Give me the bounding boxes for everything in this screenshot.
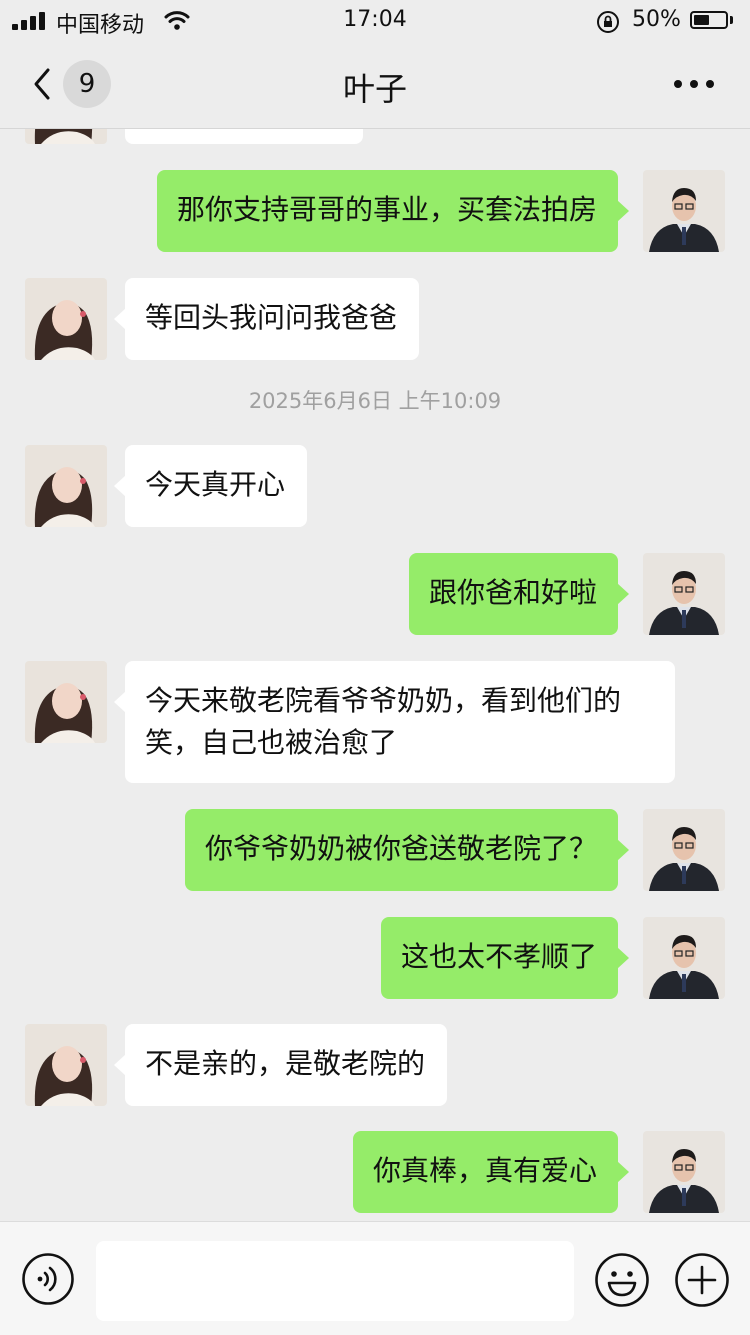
timestamp: 2025年6月6日 上午10:09 [248, 389, 502, 413]
my-avatar[interactable] [643, 170, 725, 252]
voice-icon[interactable] [21, 1252, 75, 1306]
contact-avatar[interactable] [25, 278, 107, 360]
message-list[interactable]: 那你支持哥哥的事业，买套法拍房 等回头我问问我爸爸 2025年6月6日 上午10… [0, 129, 750, 1221]
input-bar [0, 1221, 750, 1335]
contact-avatar[interactable] [25, 1024, 107, 1106]
my-avatar[interactable] [643, 809, 725, 891]
more-dots-icon[interactable] [672, 80, 716, 90]
message-bubble[interactable]: 今天真开心 [114, 445, 307, 527]
contact-avatar[interactable] [25, 129, 107, 144]
battery-nub [730, 16, 733, 24]
message-bubble[interactable] [125, 129, 363, 144]
plus-icon[interactable] [674, 1252, 730, 1308]
contact-avatar[interactable] [25, 661, 107, 743]
message-bubble[interactable]: 今天来敬老院看爷爷奶奶，看到他们的笑，自己也被治愈了 [114, 661, 675, 783]
my-avatar[interactable] [643, 1131, 725, 1213]
message-bubble[interactable]: 跟你爸和好啦 [409, 553, 629, 635]
chat-header: 9 叶子 [0, 44, 750, 129]
status-bar: 中国移动 17:04 50% [0, 0, 750, 44]
my-avatar[interactable] [643, 917, 725, 999]
message-bubble[interactable]: 这也太不孝顺了 [381, 917, 629, 999]
message-bubble[interactable]: 你真棒，真有爱心 [353, 1131, 629, 1213]
battery-icon [690, 11, 728, 29]
chat-title: 叶子 [342, 70, 407, 108]
message-input[interactable] [96, 1241, 574, 1321]
message-bubble[interactable]: 等回头我问问我爸爸 [114, 278, 419, 360]
battery-percent: 50% [632, 7, 681, 32]
my-avatar[interactable] [643, 553, 725, 635]
message-bubble[interactable]: 那你支持哥哥的事业，买套法拍房 [157, 170, 629, 252]
contact-avatar[interactable] [25, 445, 107, 527]
message-bubble[interactable]: 不是亲的，是敬老院的 [114, 1024, 447, 1106]
message-bubble[interactable]: 你爷爷奶奶被你爸送敬老院了？ [185, 809, 629, 891]
emoji-icon[interactable] [594, 1252, 650, 1308]
rotation-lock-icon [597, 11, 619, 33]
